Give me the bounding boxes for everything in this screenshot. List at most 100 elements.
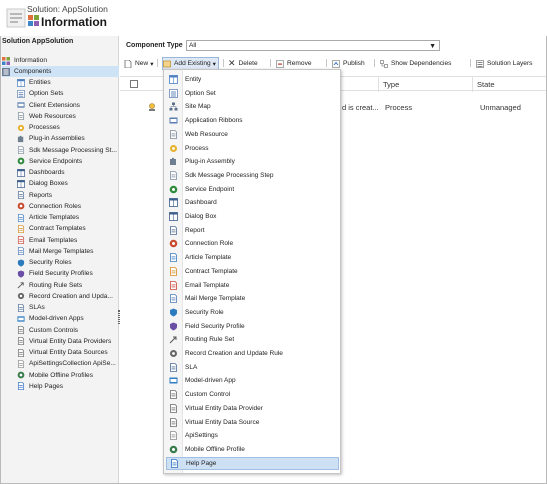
menu-item-entity[interactable]: Entity <box>166 73 339 86</box>
solution-layers-label: Solution Layers <box>487 60 533 67</box>
menu-item-dashboard[interactable]: Dashboard <box>166 196 339 209</box>
menu-item-help-page[interactable]: Help Page <box>166 456 339 470</box>
menu-item-report[interactable]: Report <box>166 224 339 237</box>
sidebar-item-client-extensions[interactable]: Client Extensions <box>17 100 119 111</box>
sidebar-item-label: Help Pages <box>29 382 64 390</box>
column-header-type[interactable]: Type <box>378 77 470 92</box>
virtual-entity-source-icon <box>17 348 25 357</box>
sidebar-item-label: Entities <box>29 79 51 86</box>
menu-item-plug-in-assembly[interactable]: Plug-in Assembly <box>166 155 339 168</box>
sidebar-item-connection-roles[interactable]: Connection Roles <box>17 201 119 212</box>
menu-item-apisettings[interactable]: ApiSettings <box>166 429 339 442</box>
menu-item-dialog-box[interactable]: Dialog Box <box>166 210 339 223</box>
sidebar-item-article-templates[interactable]: Article Templates <box>17 212 119 223</box>
mobile-offline-icon <box>17 371 25 379</box>
menu-item-web-resource[interactable]: Web Resource <box>166 128 339 141</box>
sidebar-item-information[interactable]: Information <box>2 55 47 66</box>
sidebar-item-label: Model-driven Apps <box>29 315 84 323</box>
sidebar-item-label: Sdk Message Processing St... <box>29 146 117 154</box>
menu-item-virtual-entity-data-source[interactable]: Virtual Entity Data Source <box>166 416 339 429</box>
sidebar-item-security-roles[interactable]: Security Roles <box>17 257 119 268</box>
dialog-box-icon <box>169 212 178 221</box>
menu-item-application-ribbons[interactable]: Application Ribbons <box>166 114 339 127</box>
service-endpoint-icon <box>17 157 25 165</box>
chevron-down-icon: ▾ <box>212 60 216 68</box>
model-driven-app-icon <box>17 316 25 322</box>
menu-item-connection-role[interactable]: Connection Role <box>166 237 339 250</box>
information-icon <box>28 15 39 26</box>
sidebar-item-dashboards[interactable]: Dashboards <box>17 167 119 178</box>
sdk-message-icon <box>17 146 25 154</box>
menu-item-mail-merge-template[interactable]: Mail Merge Template <box>166 292 339 305</box>
solution-layers-button[interactable]: Solution Layers <box>476 57 532 70</box>
contract-template-icon <box>170 266 177 276</box>
sla-icon <box>17 303 25 312</box>
menu-item-service-endpoint[interactable]: Service Endpoint <box>166 183 339 196</box>
select-all-checkbox[interactable] <box>130 80 138 88</box>
menu-item-label: Connection Role <box>185 240 234 248</box>
sidebar-item-label: Plug-in Assemblies <box>29 135 85 143</box>
menu-item-record-creation-and-update-rule[interactable]: Record Creation and Update Rule <box>166 347 339 360</box>
sidebar-item-processes[interactable]: Processes <box>17 122 119 133</box>
menu-item-label: Record Creation and Update Rule <box>185 350 283 357</box>
menu-item-field-security-profile[interactable]: Field Security Profile <box>166 320 339 333</box>
new-button[interactable]: New ▾ <box>124 57 154 70</box>
sidebar-item-field-security-profiles[interactable]: Field Security Profiles <box>17 268 119 279</box>
help-page-icon <box>171 458 178 468</box>
menu-item-custom-control[interactable]: Custom Control <box>166 388 339 401</box>
menu-item-model-driven-app[interactable]: Model-driven App <box>166 374 339 387</box>
menu-item-option-set[interactable]: Option Set <box>166 87 339 100</box>
row-type: Process <box>385 103 413 112</box>
dropdown-arrow-icon: ▼ <box>429 43 436 50</box>
sidebar-item-routing-rule-sets[interactable]: Routing Rule Sets <box>17 280 119 291</box>
delete-icon: ✕ <box>228 58 236 68</box>
sidebar-item-option-sets[interactable]: Option Sets <box>17 88 119 99</box>
sidebar-item-mail-merge-templates[interactable]: Mail Merge Templates <box>17 246 119 257</box>
remove-label: Remove <box>287 60 312 67</box>
sidebar-item-components[interactable]: Components <box>2 66 119 77</box>
virtual-entity-provider-icon <box>170 403 177 413</box>
plugin-assembly-icon <box>17 135 24 142</box>
menu-item-process[interactable]: Process <box>166 142 339 155</box>
menu-item-sla[interactable]: SLA <box>166 361 339 374</box>
menu-item-sdk-message-processing-step[interactable]: Sdk Message Processing Step <box>166 169 339 182</box>
sidebar-item-label: Mobile Offline Profiles <box>29 371 94 379</box>
sidebar-item-service-endpoints[interactable]: Service Endpoints <box>17 156 119 167</box>
menu-item-security-role[interactable]: Security Role <box>166 306 339 319</box>
menu-item-mobile-offline-profile[interactable]: Mobile Offline Profile <box>166 443 339 456</box>
component-type-select[interactable]: All ▼ <box>186 40 440 51</box>
sidebar-item-entities[interactable]: Entities <box>17 77 119 88</box>
sidebar-item-mobile-offline-profiles[interactable]: Mobile Offline Profiles <box>17 370 119 381</box>
page-header: Solution: AppSolution Information <box>0 0 547 36</box>
sidebar-item-label: Record Creation and Upda... <box>29 292 113 300</box>
sidebar-item-reports[interactable]: Reports <box>17 190 119 201</box>
sidebar-item-virtual-entity-data-providers[interactable]: Virtual Entity Data Providers <box>17 336 119 347</box>
menu-item-virtual-entity-data-provider[interactable]: Virtual Entity Data Provider <box>166 402 339 415</box>
menu-item-article-template[interactable]: Article Template <box>166 251 339 264</box>
menu-item-email-template[interactable]: Email Template <box>166 279 339 292</box>
sidebar-item-plug-in-assemblies[interactable]: Plug-in Assemblies <box>17 133 119 144</box>
add-existing-icon <box>163 60 171 67</box>
sidebar-item-apisettingscollection-apise[interactable]: ApiSettingsCollection ApiSe... <box>17 358 119 369</box>
toolbar-separator <box>470 59 471 67</box>
sidebar-item-model-driven-apps[interactable]: Model-driven Apps <box>17 313 119 324</box>
menu-item-contract-template[interactable]: Contract Template <box>166 265 339 278</box>
menu-item-site-map[interactable]: Site Map <box>166 100 339 113</box>
sidebar-item-sdk-message-processing-st[interactable]: Sdk Message Processing St... <box>17 145 119 156</box>
menu-item-routing-rule-set[interactable]: Routing Rule Set <box>166 333 339 346</box>
menu-item-label: Mobile Offline Profile <box>185 445 245 453</box>
menu-item-label: SLA <box>185 363 198 371</box>
sidebar-item-virtual-entity-data-sources[interactable]: Virtual Entity Data Sources <box>17 347 119 358</box>
column-header-state[interactable]: State <box>472 77 546 92</box>
sidebar-item-dialog-boxes[interactable]: Dialog Boxes <box>17 178 119 189</box>
menu-item-label: Article Template <box>185 254 232 262</box>
toolbar-separator <box>374 59 375 67</box>
sidebar-item-help-pages[interactable]: Help Pages <box>17 381 119 392</box>
sidebar-item-web-resources[interactable]: Web Resources <box>17 111 119 122</box>
sidebar-item-custom-controls[interactable]: Custom Controls <box>17 325 119 336</box>
sidebar-item-record-creation-and-upda[interactable]: Record Creation and Upda... <box>17 291 119 302</box>
sidebar-item-contract-templates[interactable]: Contract Templates <box>17 223 119 234</box>
show-dependencies-button[interactable]: Show Dependencies <box>380 57 451 70</box>
sidebar-item-slas[interactable]: SLAs <box>17 302 119 313</box>
sidebar-item-email-templates[interactable]: Email Templates <box>17 235 119 246</box>
